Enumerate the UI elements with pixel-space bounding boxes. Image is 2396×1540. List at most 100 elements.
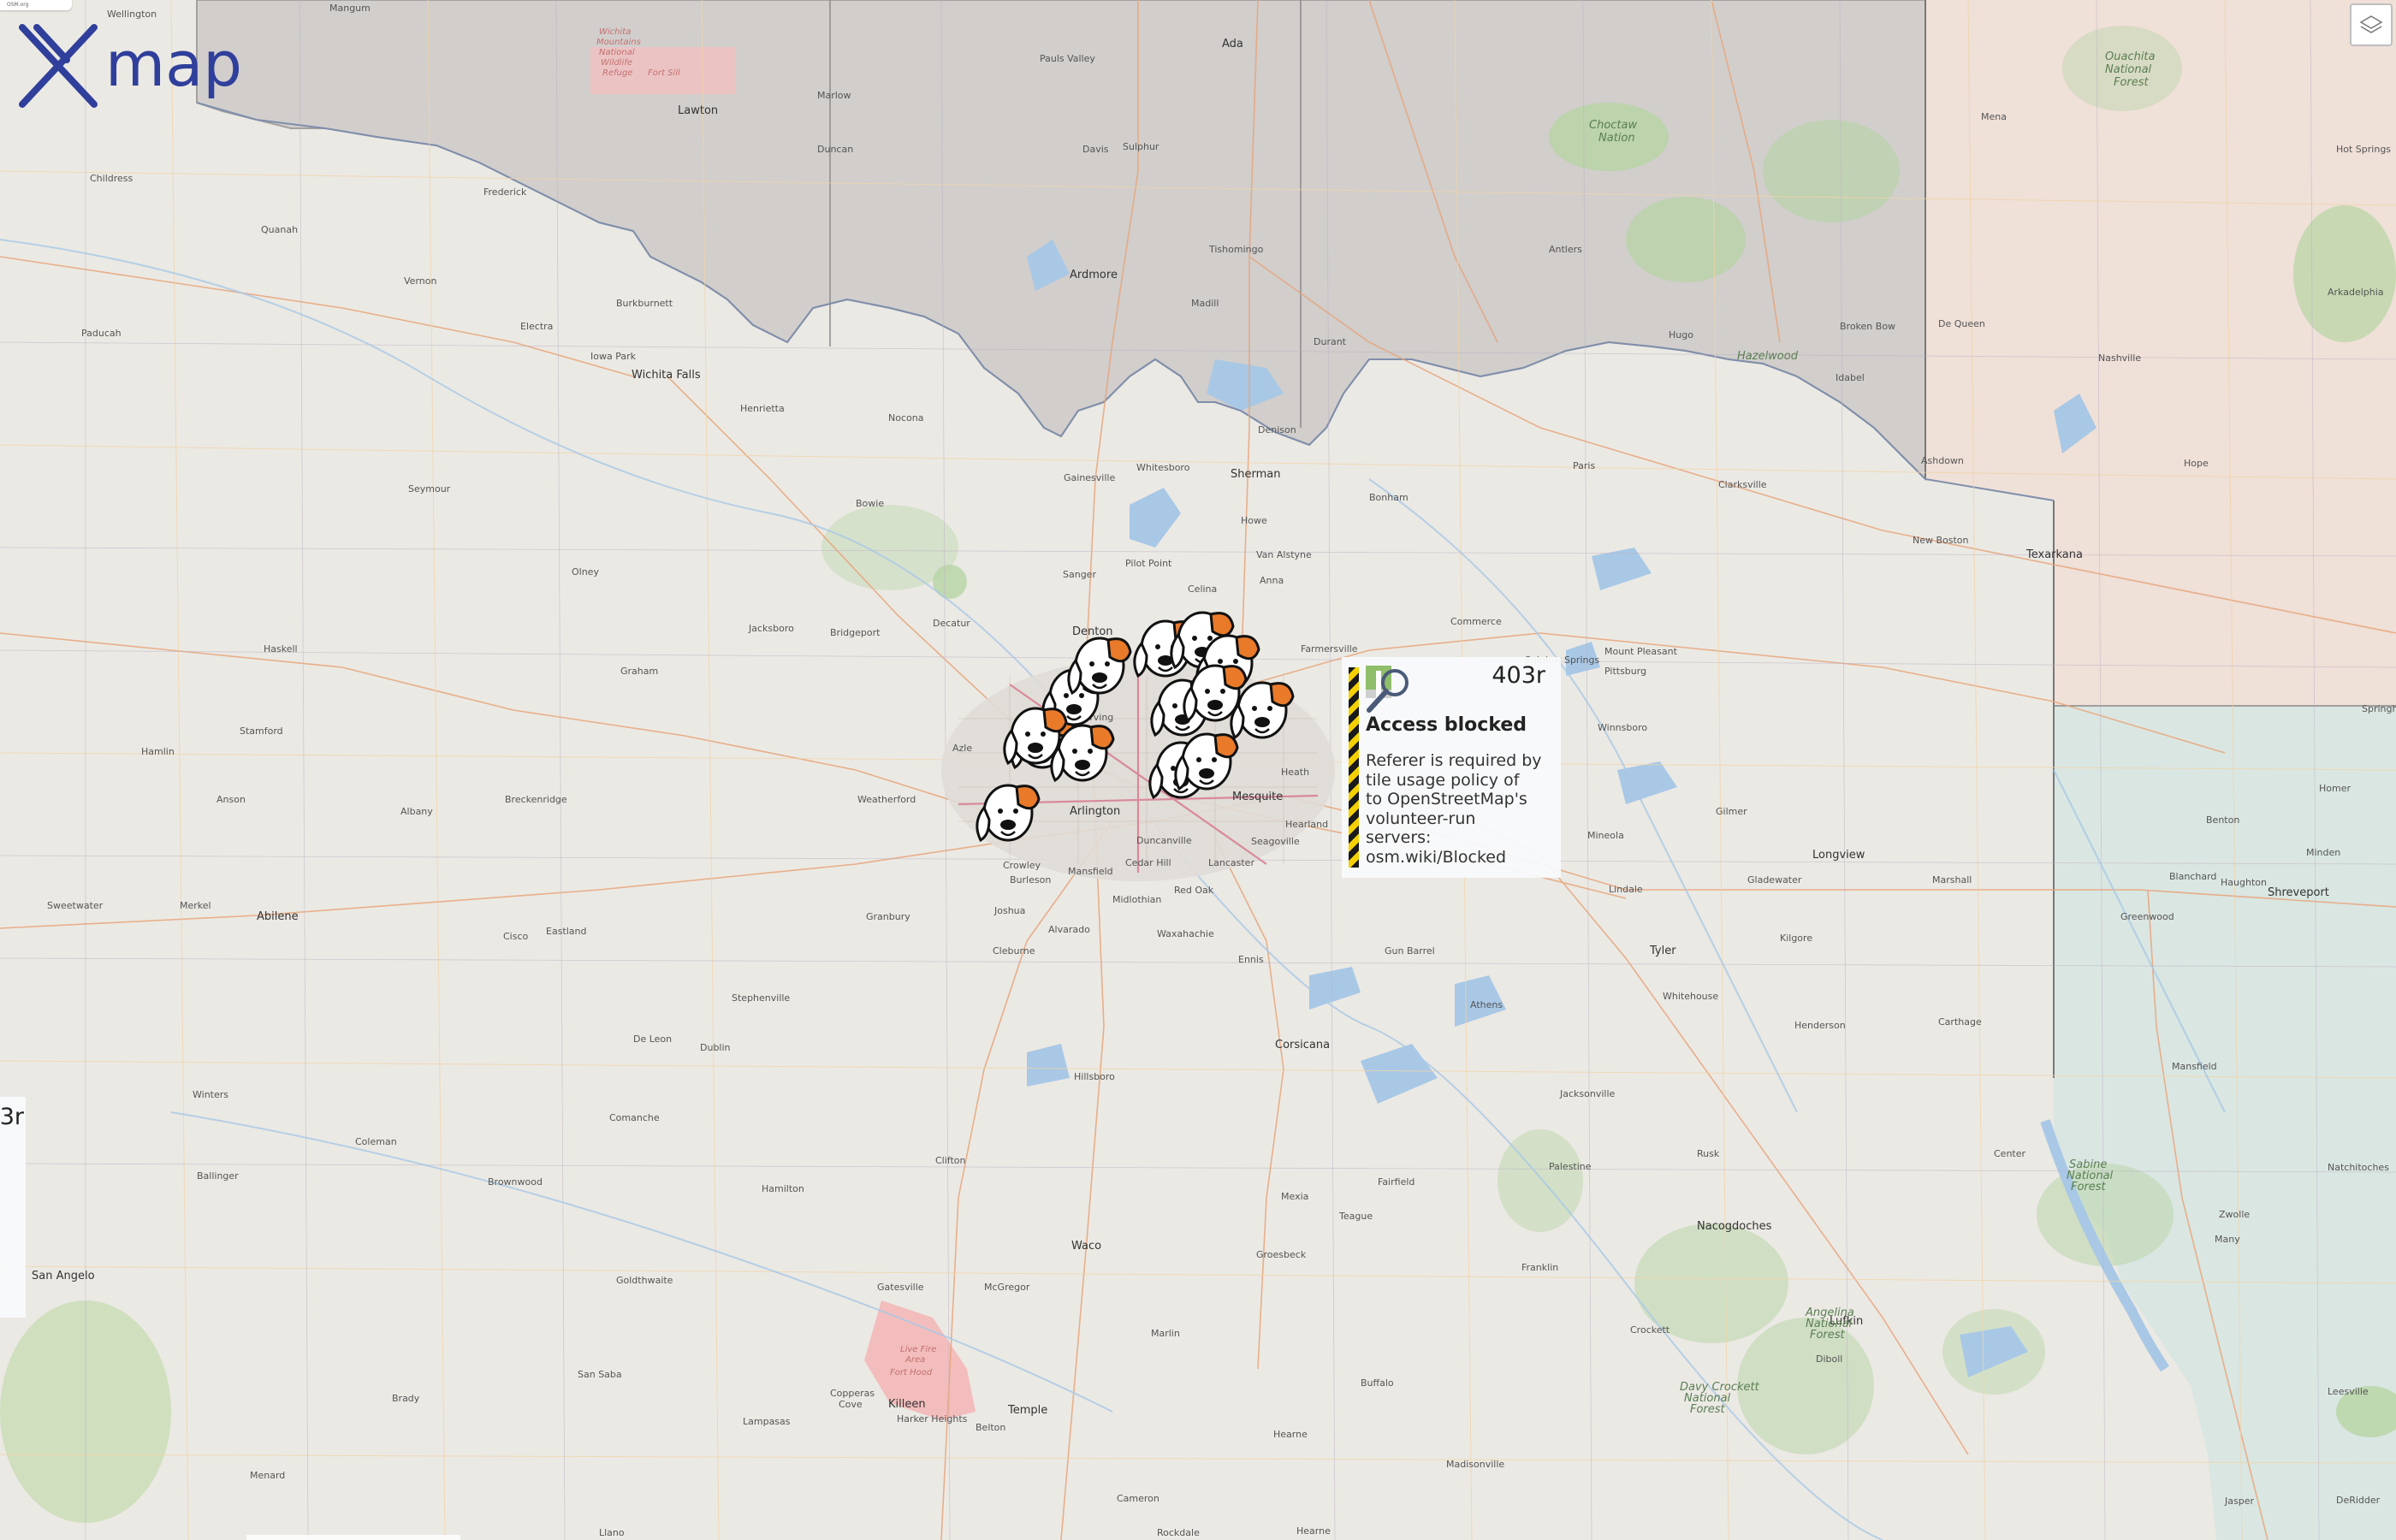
svg-text:Arlington: Arlington [1070,805,1120,818]
svg-text:Frederick: Frederick [483,187,527,198]
svg-text:Granbury: Granbury [866,911,910,922]
svg-text:Stephenville: Stephenville [732,992,790,1004]
svg-text:Waco: Waco [1071,1240,1101,1253]
svg-text:Cleburne: Cleburne [993,945,1035,957]
svg-text:Azle: Azle [952,743,972,754]
svg-text:San Saba: San Saba [578,1369,622,1380]
svg-text:McGregor: McGregor [984,1282,1030,1293]
svg-text:Cedar Hill: Cedar Hill [1125,857,1171,868]
svg-text:Paducah: Paducah [81,328,122,339]
svg-text:Henderson: Henderson [1794,1020,1846,1031]
svg-text:Davis: Davis [1082,144,1109,155]
logo-text: map [105,28,242,100]
svg-text:Area: Area [904,1355,925,1365]
svg-text:Gun Barrel: Gun Barrel [1385,945,1435,957]
svg-text:Tishomingo: Tishomingo [1208,244,1264,255]
svg-text:Celina: Celina [1188,583,1217,595]
svg-text:Carthage: Carthage [1938,1016,1982,1028]
svg-text:Graham: Graham [620,666,658,677]
svg-text:Decatur: Decatur [933,618,970,629]
svg-text:Fort Hood: Fort Hood [890,1368,933,1377]
svg-text:Sulphur: Sulphur [1123,141,1159,152]
svg-text:Belton: Belton [976,1422,1005,1433]
svg-text:Red Oak: Red Oak [1174,885,1214,896]
svg-text:Goldthwaite: Goldthwaite [616,1275,673,1286]
svg-text:Wichita: Wichita [599,27,631,37]
svg-text:Duncan: Duncan [817,144,853,155]
svg-text:Jacksboro: Jacksboro [748,623,794,634]
svg-text:Hillsboro: Hillsboro [1074,1071,1115,1082]
svg-text:Ouachita: Ouachita [2105,50,2156,63]
svg-text:Mexia: Mexia [1281,1191,1308,1202]
svg-text:Teague: Teague [1338,1211,1373,1222]
svg-text:Antlers: Antlers [1549,244,1582,255]
svg-text:Nashville: Nashville [2098,352,2141,364]
svg-text:Mountains: Mountains [596,38,641,47]
svg-text:Cisco: Cisco [503,931,529,942]
svg-text:Farmersville: Farmersville [1301,643,1358,654]
svg-text:Hamilton: Hamilton [762,1183,804,1194]
svg-text:Vernon: Vernon [404,275,436,287]
svg-text:Natchitoches: Natchitoches [2328,1162,2389,1173]
svg-text:Hamlin: Hamlin [141,746,175,757]
svg-text:Madisonville: Madisonville [1446,1459,1504,1470]
svg-text:Commerce: Commerce [1450,616,1502,627]
svg-text:Benton: Benton [2206,814,2239,826]
svg-text:Forest: Forest [1690,1403,1726,1416]
warning-stripe [1349,667,1359,868]
svg-text:Hope: Hope [2184,458,2209,469]
svg-text:Lawton: Lawton [678,104,718,117]
svg-text:Haskell: Haskell [264,643,298,654]
svg-text:Choctaw: Choctaw [1589,119,1637,132]
svg-text:Mineola: Mineola [1587,830,1624,841]
svg-text:Stamford: Stamford [240,726,283,737]
svg-text:Fort Sill: Fort Sill [648,68,680,78]
svg-text:Coleman: Coleman [355,1136,397,1147]
svg-text:Mount Pleasant: Mount Pleasant [1604,646,1678,657]
svg-text:Van Alstyne: Van Alstyne [1256,549,1312,560]
svg-text:Gatesville: Gatesville [877,1282,924,1293]
svg-text:Duncanville: Duncanville [1136,835,1192,846]
svg-text:Anna: Anna [1260,575,1284,586]
svg-text:Hearland: Hearland [1285,819,1328,830]
svg-text:Hazelwood: Hazelwood [1737,350,1799,363]
svg-text:Gladewater: Gladewater [1747,874,1802,886]
svg-text:Henrietta: Henrietta [740,403,785,414]
svg-text:Texarkana: Texarkana [2025,548,2083,561]
svg-text:Howe: Howe [1241,515,1267,526]
svg-text:Buffalo: Buffalo [1361,1377,1394,1389]
mini-badge: OSM.org [0,0,72,10]
svg-text:Ashdown: Ashdown [1921,455,1964,466]
svg-text:Sanger: Sanger [1063,569,1096,580]
svg-text:Longview: Longview [1812,849,1865,862]
svg-text:Winters: Winters [193,1089,228,1100]
svg-text:Ada: Ada [1222,38,1243,50]
svg-text:Ballinger: Ballinger [197,1170,239,1182]
svg-text:Mangum: Mangum [329,3,371,14]
svg-text:New Boston: New Boston [1913,535,1969,546]
svg-text:Clifton: Clifton [935,1155,966,1166]
svg-text:Whitesboro: Whitesboro [1136,462,1190,473]
svg-text:Tyler: Tyler [1649,945,1676,957]
svg-text:Cameron: Cameron [1117,1493,1159,1504]
svg-text:De Leon: De Leon [633,1034,672,1045]
svg-text:De Queen: De Queen [1938,318,1985,329]
svg-text:Fairfield: Fairfield [1378,1176,1414,1188]
svg-text:Paris: Paris [1573,460,1595,471]
svg-text:Waxahachie: Waxahachie [1157,928,1214,939]
svg-text:Rusk: Rusk [1697,1148,1720,1159]
svg-text:Eastland: Eastland [546,926,587,937]
svg-text:Rockdale: Rockdale [1157,1527,1200,1538]
svg-text:Olney: Olney [572,566,599,578]
svg-text:Dublin: Dublin [700,1042,731,1053]
svg-text:Nacogdoches: Nacogdoches [1697,1220,1772,1233]
svg-text:Nation: Nation [1598,132,1635,145]
svg-text:Zwolle: Zwolle [2219,1209,2250,1220]
svg-text:Ennis: Ennis [1238,954,1264,965]
layers-button[interactable] [2350,3,2393,46]
svg-text:Mena: Mena [1981,111,2007,122]
map-canvas[interactable]: WellingtonMangum Lawton MarlowDuncan Pau… [0,0,2396,1540]
svg-text:Minden: Minden [2306,847,2340,858]
svg-text:Copperas: Copperas [830,1388,875,1399]
svg-text:Kilgore: Kilgore [1780,933,1812,944]
